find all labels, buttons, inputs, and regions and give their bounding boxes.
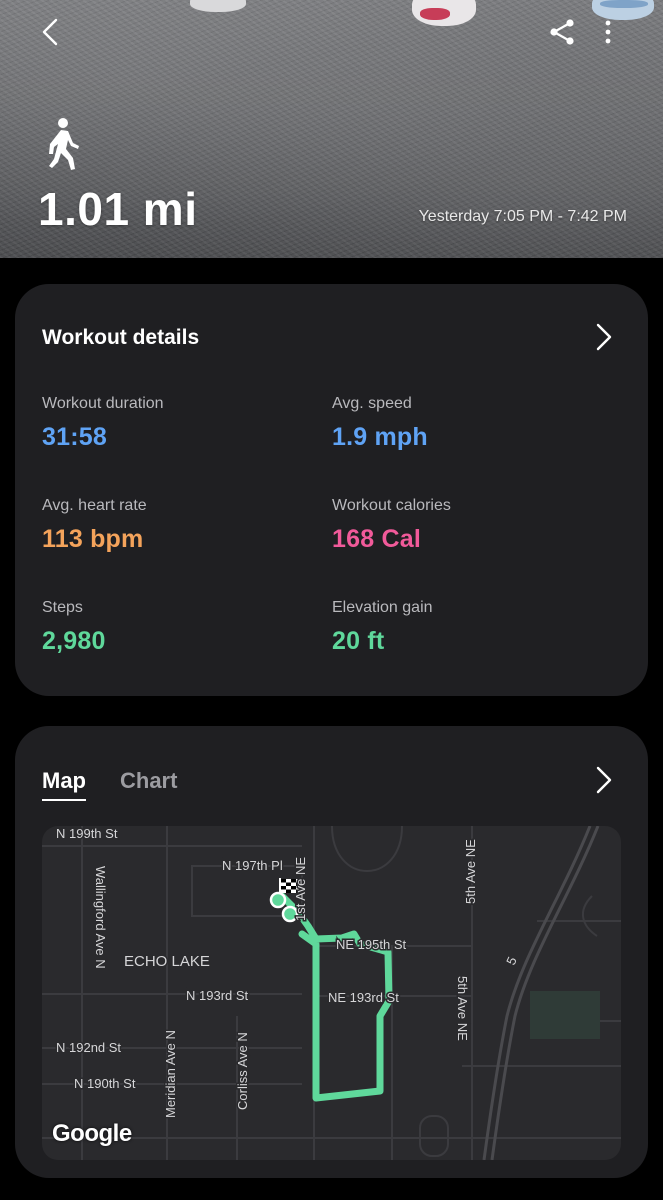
map-label-echo-lake: ECHO LAKE [124, 953, 210, 970]
stat-elevation-gain: Elevation gain 20 ft [332, 599, 433, 656]
map-building [419, 1115, 449, 1157]
workout-details-card[interactable]: Workout details Workout duration 31:58 A… [15, 284, 648, 696]
stat-workout-calories: Workout calories 168 Cal [332, 497, 451, 554]
map-label-n190: N 190th St [74, 1076, 136, 1091]
stat-label: Avg. speed [332, 395, 412, 412]
map-label-meridian: Meridian Ave N [163, 1030, 178, 1118]
stat-avg-heart-rate: Avg. heart rate 113 bpm [42, 497, 147, 554]
stat-value: 1.9 mph [332, 423, 428, 451]
chevron-left-icon [42, 18, 58, 46]
stat-steps: Steps 2,980 [42, 599, 106, 656]
stat-value: 20 ft [332, 627, 385, 655]
stat-value: 168 Cal [332, 525, 421, 553]
map-label-1st-ave: 1st Ave NE [293, 857, 308, 921]
stat-value: 31:58 [42, 423, 107, 451]
stat-label: Workout calories [332, 497, 451, 514]
map-label-n192: N 192nd St [56, 1040, 121, 1055]
map-label-n199: N 199th St [56, 826, 118, 841]
map-label-ne195: NE 195th St [336, 937, 406, 952]
map-label-5th-ave-2: 5th Ave NE [463, 839, 478, 904]
workout-details-open-button[interactable] [593, 321, 615, 353]
tab-map[interactable]: Map [42, 768, 86, 801]
google-attribution-logo: Google [52, 1120, 132, 1147]
workout-details-title: Workout details [42, 326, 200, 349]
start-marker-icon [269, 891, 287, 909]
chevron-right-icon [596, 323, 612, 351]
map-park-area [530, 991, 600, 1039]
share-icon [550, 19, 574, 45]
stat-workout-duration: Workout duration 31:58 [42, 395, 164, 452]
shoe-image [190, 0, 246, 12]
shoe-image [420, 8, 450, 20]
shoe-image [600, 0, 648, 8]
stat-value: 113 bpm [42, 525, 144, 553]
map-label-corliss: Corliss Ave N [235, 1032, 250, 1110]
stat-label: Elevation gain [332, 599, 433, 616]
map-label-n193: N 193rd St [186, 988, 249, 1003]
map-open-button[interactable] [593, 764, 615, 796]
stat-label: Workout duration [42, 395, 164, 412]
more-options-button[interactable] [596, 16, 620, 48]
map-label-5th-ave: 5th Ave NE [455, 976, 470, 1041]
route-map[interactable]: N 199th St N 197th Pl 1st Ave NE 5th Ave… [42, 826, 621, 1160]
hero-photo: 1.01 mi Yesterday 7:05 PM - 7:42 PM [0, 0, 663, 258]
map-label-ne193: NE 193rd St [328, 990, 399, 1005]
walk-icon [44, 116, 84, 172]
map-label-n197: N 197th Pl [222, 858, 283, 873]
distance-value: 1.01 mi [38, 183, 198, 235]
share-button[interactable] [546, 16, 578, 48]
workout-time-range: Yesterday 7:05 PM - 7:42 PM [418, 208, 627, 225]
stat-value: 2,980 [42, 627, 106, 655]
map-card: Map Chart N 199th St N 197th Pl 1st Ave … [15, 726, 648, 1178]
tab-chart[interactable]: Chart [120, 768, 177, 794]
stat-label: Steps [42, 599, 83, 616]
map-label-highway: 5 [503, 954, 520, 967]
more-vertical-icon [605, 20, 611, 44]
stat-avg-speed: Avg. speed 1.9 mph [332, 395, 428, 452]
back-button[interactable] [34, 14, 70, 50]
chevron-right-icon [596, 766, 612, 794]
stat-label: Avg. heart rate [42, 497, 147, 514]
map-label-wallingford: Wallingford Ave N [93, 866, 108, 969]
